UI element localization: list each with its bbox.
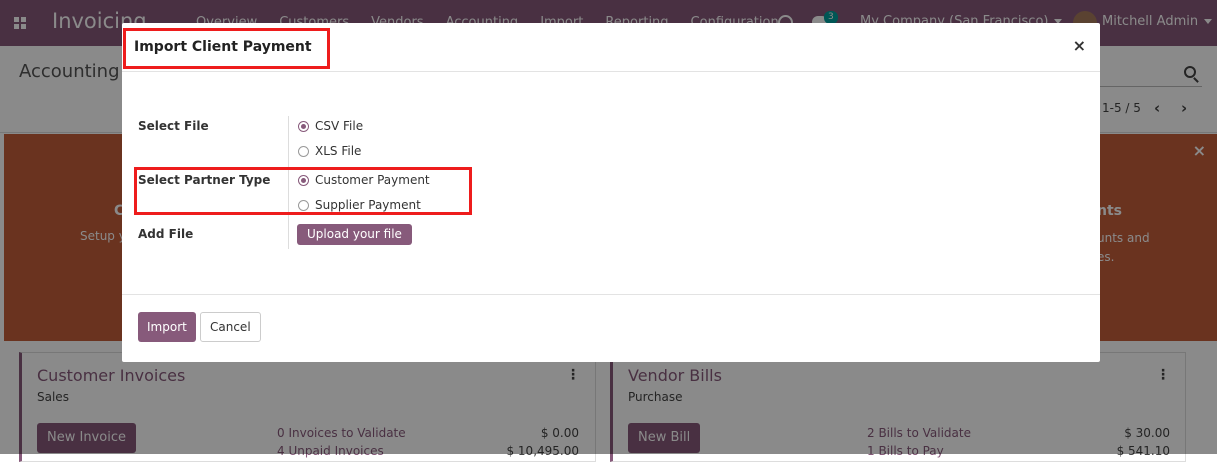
modal-footer: Import Cancel: [122, 294, 1100, 362]
upload-file-button[interactable]: Upload your file: [297, 224, 412, 245]
csv-file-radio[interactable]: [298, 120, 309, 132]
partner-type-highlight-box: [134, 167, 472, 215]
close-icon[interactable]: ×: [1073, 36, 1086, 55]
csv-file-option[interactable]: CSV File: [298, 119, 363, 133]
xls-file-option[interactable]: XLS File: [298, 144, 361, 158]
xls-file-label: XLS File: [315, 144, 362, 158]
xls-file-radio[interactable]: [298, 145, 309, 157]
csv-file-label: CSV File: [315, 119, 364, 133]
select-file-label: Select File: [138, 119, 209, 133]
title-highlight-box: [123, 28, 330, 69]
add-file-label: Add File: [138, 227, 194, 241]
import-button[interactable]: Import: [138, 312, 196, 342]
cancel-button[interactable]: Cancel: [200, 312, 261, 342]
